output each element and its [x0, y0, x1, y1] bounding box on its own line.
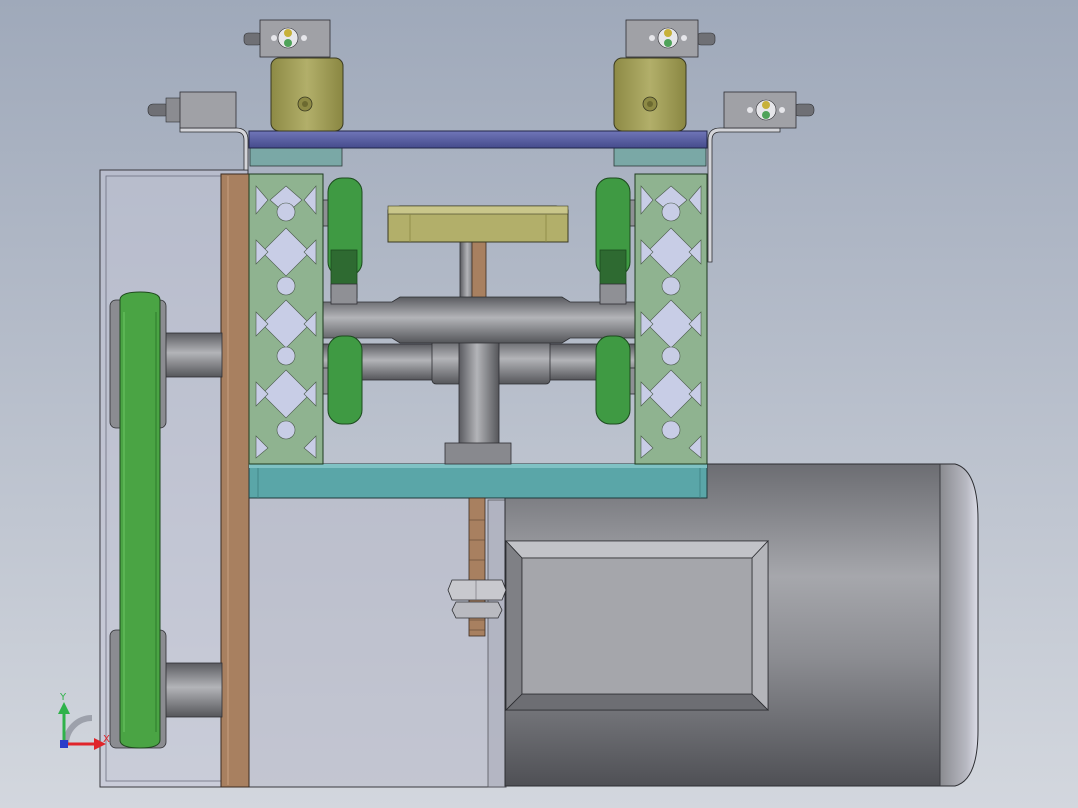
drive-belt[interactable] [119, 291, 161, 749]
hex-nut-upper[interactable] [447, 579, 507, 601]
lower-housing-plate[interactable] [247, 497, 507, 788]
upper-pulley-shaft[interactable] [159, 332, 223, 378]
bracket-left[interactable] [179, 127, 249, 171]
triad-x-label: X [103, 734, 110, 745]
bearing-block-left[interactable] [270, 57, 344, 132]
cad-model-view[interactable]: Y X [0, 0, 1078, 808]
lower-pulley-shaft[interactable] [159, 662, 223, 718]
bearing-block-right[interactable] [613, 57, 687, 132]
top-spacers[interactable] [249, 147, 707, 167]
top-mounting-plate[interactable] [248, 130, 708, 149]
graphics-viewport[interactable]: Y X [0, 0, 1078, 808]
shaft-base-flange[interactable] [444, 442, 512, 465]
hex-nut-lower[interactable] [451, 601, 503, 619]
bracket-right[interactable] [707, 127, 781, 263]
triad-rotation-arc [63, 715, 93, 745]
triad-z-origin [60, 740, 68, 748]
upper-roller-shaft[interactable] [321, 296, 637, 344]
extrusion-profile-left[interactable] [248, 173, 324, 465]
proximity-sensor-side-right[interactable] [723, 91, 815, 129]
vertical-gear-shaft[interactable] [458, 333, 500, 447]
copper-side-plate[interactable] [220, 173, 250, 788]
extrusion-profile-right[interactable] [634, 173, 708, 465]
proximity-sensor-top-right[interactable] [625, 19, 716, 58]
triad-y-arrow-icon [58, 702, 70, 714]
proximity-sensor-side-left[interactable] [147, 91, 237, 129]
bottom-mounting-plate[interactable] [248, 463, 708, 499]
triad-y-label: Y [59, 692, 67, 703]
electric-motor[interactable] [504, 463, 979, 787]
lift-screw[interactable] [459, 239, 487, 301]
center-guide-bracket[interactable] [387, 205, 569, 243]
motor-terminal-box[interactable] [505, 539, 769, 711]
proximity-sensor-top-left[interactable] [243, 19, 331, 58]
